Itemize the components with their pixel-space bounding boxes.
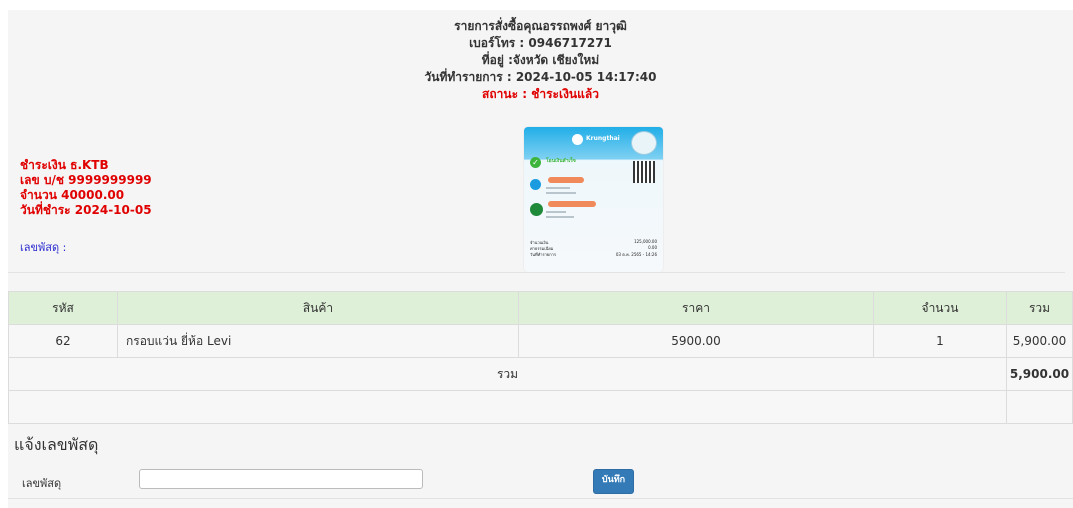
payment-amount: จำนวน 40000.00: [20, 188, 125, 202]
mascot-icon: [631, 131, 657, 155]
tracking-form: เลขพัสดุ บันทึก: [8, 465, 1073, 499]
cell-price: 5900.00: [518, 324, 874, 358]
table-header-row: รหัส สินค้า ราคา จำนวน รวม: [8, 291, 1073, 325]
col-total: รวม: [1006, 291, 1073, 325]
cell-qty: 1: [873, 324, 1007, 358]
payment-account: เลข บ/ช 9999999999: [20, 173, 152, 187]
table-empty-row: [8, 390, 1073, 424]
customer-phone: เบอร์โทร : 0946717271: [469, 36, 612, 50]
customer-address: ที่อยู่ :จังหวัด เชียงใหม่: [481, 53, 600, 67]
payment-slip-image[interactable]: Krungthai ✓ โอนเงินสำเร็จ จำนวนเงิน 125,0…: [524, 127, 663, 272]
col-code: รหัส: [8, 291, 118, 325]
status-label: สถานะ: [482, 87, 519, 101]
slip-result: โอนเงินสำเร็จ: [546, 158, 576, 164]
qr-code-icon: [633, 161, 655, 183]
col-price: ราคา: [518, 291, 874, 325]
krungthai-logo-icon: [572, 134, 583, 145]
col-product: สินค้า: [117, 291, 519, 325]
redacted-receiver: [548, 201, 596, 207]
save-button[interactable]: บันทึก: [593, 469, 634, 494]
tracking-field-label: เลขพัสดุ: [22, 477, 62, 490]
receiver-bank-icon: [530, 203, 543, 216]
customer-title: รายการสั่งซื้อคุณอรรถพงศ์ ยาวุฒิ: [454, 19, 627, 33]
table-sum-row: รวม 5,900.00: [8, 357, 1073, 391]
check-icon: ✓: [530, 157, 541, 168]
slip-date: 03 ต.ค. 2565 - 14:26: [615, 252, 657, 257]
table-row: 62 กรอบแว่น ยี่ห้อ Levi 5900.00 1 5,900.…: [8, 324, 1073, 358]
order-date: วันที่ทำรายการ : 2024-10-05 14:17:40: [424, 70, 657, 84]
status-value: ชำระเงินแล้ว: [531, 87, 599, 101]
cell-code: 62: [8, 324, 118, 358]
sum-value: 5,900.00: [1006, 357, 1073, 391]
cell-product: กรอบแว่น ยี่ห้อ Levi: [117, 324, 519, 358]
cell-total: 5,900.00: [1006, 324, 1073, 358]
order-items-table: รหัส สินค้า ราคา จำนวน รวม 62 กรอบแว่น ย…: [8, 291, 1073, 424]
tracking-number-input[interactable]: [139, 469, 423, 489]
col-qty: จำนวน: [873, 291, 1007, 325]
sender-bank-icon: [530, 179, 541, 190]
slip-amounts: จำนวนเงิน 125,000.00 ค่าธรรมเนียม 0.00 วัน…: [530, 239, 657, 257]
payment-bank: ชำระเงิน ธ.KTB: [20, 158, 109, 172]
tracking-number-label: เลขพัสดุ :: [20, 241, 67, 254]
sum-label: รวม: [8, 357, 1007, 391]
order-detail-panel: รายการสั่งซื้อคุณอรรถพงศ์ ยาวุฒิ เบอร์โท…: [8, 10, 1073, 508]
payment-info: ชำระเงิน ธ.KTB เลข บ/ช 9999999999 จำนวน …: [20, 158, 152, 218]
payment-date: วันที่ชำระ 2024-10-05: [20, 203, 152, 217]
order-status: สถานะ : ชำระเงินแล้ว: [482, 87, 599, 101]
divider: [8, 272, 1065, 273]
redacted-sender: [548, 177, 584, 183]
tracking-section-title: แจ้งเลขพัสดุ: [14, 435, 99, 454]
order-header: รายการสั่งซื้อคุณอรรถพงศ์ ยาวุฒิ เบอร์โท…: [8, 18, 1073, 103]
slip-bank-name: Krungthai: [586, 135, 620, 142]
